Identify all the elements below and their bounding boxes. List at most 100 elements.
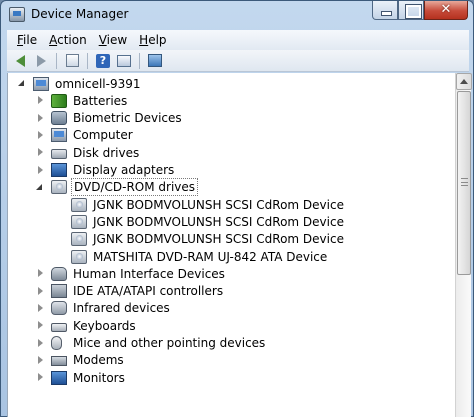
- ide-controller-icon: [51, 284, 67, 299]
- device-category-node[interactable]: Keyboards: [36, 317, 138, 334]
- computer-icon: [51, 128, 67, 143]
- close-icon: ✕: [440, 2, 452, 17]
- properties-button[interactable]: [115, 52, 133, 70]
- expand-arrow-icon[interactable]: [36, 286, 45, 296]
- expand-arrow-icon[interactable]: [36, 355, 45, 365]
- tree-node-label: JGNK BODMVOLUNSH SCSI CdRom Device: [93, 197, 344, 212]
- disk-drive-icon: [51, 148, 67, 159]
- minimize-button[interactable]: [372, 1, 398, 20]
- collapse-arrow-icon[interactable]: [18, 79, 27, 88]
- forward-button[interactable]: [32, 52, 50, 70]
- tree-node-label: DVD/CD-ROM drives: [71, 178, 199, 197]
- tree-node-label: Disk drives: [73, 145, 140, 160]
- display-adapter-icon: [51, 163, 67, 177]
- infrared-icon: [51, 301, 67, 316]
- tree-node-label: Batteries: [73, 93, 128, 108]
- tree-node-label: JGNK BODMVOLUNSH SCSI CdRom Device: [93, 214, 344, 229]
- tree-node-label: IDE ATA/ATAPI controllers: [73, 284, 224, 299]
- tree-node-label: MATSHITA DVD-RAM UJ-842 ATA Device: [93, 249, 328, 264]
- back-button[interactable]: [11, 52, 29, 70]
- device-category-node[interactable]: Modems: [36, 352, 126, 369]
- dvd-drive-icon: [71, 232, 87, 247]
- hid-icon: [51, 266, 67, 281]
- device-category-node[interactable]: Disk drives: [36, 144, 141, 161]
- tree-root-node[interactable]: omnicell-9391: [18, 75, 143, 92]
- tree-node-label: Computer: [73, 128, 133, 143]
- expand-arrow-icon[interactable]: [36, 303, 45, 313]
- scroll-thumb[interactable]: [457, 91, 471, 275]
- device-category-node[interactable]: Monitors: [36, 369, 127, 386]
- help-icon: ?: [96, 53, 110, 68]
- back-arrow-icon: [15, 54, 25, 67]
- menu-view[interactable]: View: [93, 33, 133, 47]
- toolbar-separator: [139, 52, 140, 69]
- device-category-node[interactable]: DVD/CD-ROM drives: [36, 178, 199, 197]
- device-node[interactable]: JGNK BODMVOLUNSH SCSI CdRom Device: [56, 213, 346, 230]
- device-category-node[interactable]: Infrared devices: [36, 300, 172, 317]
- expand-arrow-icon[interactable]: [36, 165, 45, 175]
- tree-node-label: Human Interface Devices: [73, 266, 225, 281]
- expand-arrow-icon[interactable]: [36, 338, 45, 348]
- tree-node-label: omnicell-9391: [55, 76, 141, 91]
- expand-arrow-icon[interactable]: [36, 321, 45, 330]
- tree-node-label: Modems: [73, 353, 124, 368]
- scan-hardware-icon: [148, 54, 162, 67]
- help-button[interactable]: ?: [94, 52, 112, 70]
- device-node[interactable]: JGNK BODMVOLUNSH SCSI CdRom Device: [56, 196, 346, 213]
- device-category-node[interactable]: IDE ATA/ATAPI controllers: [36, 283, 225, 300]
- expand-arrow-icon[interactable]: [36, 373, 45, 382]
- scroll-up-button[interactable]: [456, 73, 472, 90]
- tree-node-label: Keyboards: [73, 318, 136, 333]
- tree-node-label: Monitors: [73, 370, 125, 385]
- console-tree-icon: [65, 54, 79, 67]
- expand-arrow-icon[interactable]: [36, 130, 45, 140]
- tree-node-label: Biometric Devices: [73, 111, 182, 126]
- tree-node-label: JGNK BODMVOLUNSH SCSI CdRom Device: [93, 232, 344, 247]
- close-button[interactable]: ✕: [424, 1, 468, 20]
- vertical-scrollbar[interactable]: [455, 73, 472, 417]
- expand-arrow-icon[interactable]: [36, 269, 45, 278]
- device-category-node[interactable]: Biometric Devices: [36, 110, 184, 127]
- expand-arrow-icon[interactable]: [36, 148, 45, 157]
- toolbar-separator: [87, 52, 88, 69]
- monitor-icon: [51, 370, 67, 385]
- title-bar[interactable]: Device Manager ✕: [1, 1, 473, 29]
- expand-arrow-icon[interactable]: [36, 113, 45, 123]
- device-category-node[interactable]: Computer: [36, 127, 135, 144]
- fingerprint-icon: [51, 111, 67, 126]
- dvd-drive-icon: [71, 197, 87, 212]
- scan-hardware-changes-button[interactable]: [146, 52, 164, 70]
- device-node[interactable]: MATSHITA DVD-RAM UJ-842 ATA Device: [56, 248, 329, 265]
- device-manager-app-icon: [9, 7, 25, 22]
- window-title: Device Manager: [31, 7, 129, 21]
- window-controls: ✕: [372, 1, 468, 21]
- toolbar-separator: [56, 52, 57, 69]
- forward-arrow-icon: [36, 54, 46, 67]
- properties-icon: [117, 54, 131, 67]
- battery-icon: [51, 93, 67, 108]
- modem-icon: [51, 356, 67, 367]
- mouse-icon: [51, 336, 62, 350]
- device-category-node[interactable]: Display adapters: [36, 162, 176, 179]
- tree-node-label: Display adapters: [73, 163, 175, 177]
- tree-node-label: Infrared devices: [73, 301, 170, 316]
- dvd-drive-icon: [51, 180, 67, 195]
- device-category-node[interactable]: Batteries: [36, 92, 129, 109]
- menu-help[interactable]: Help: [133, 33, 172, 47]
- expand-arrow-icon[interactable]: [36, 96, 45, 105]
- menu-file[interactable]: File: [11, 33, 43, 47]
- device-manager-window: Device Manager ✕ File Action View Help ?…: [0, 0, 474, 417]
- device-node[interactable]: JGNK BODMVOLUNSH SCSI CdRom Device: [56, 231, 346, 248]
- collapse-arrow-icon[interactable]: [36, 183, 45, 192]
- device-tree[interactable]: omnicell-9391 Batteries Biometric Devices C…: [7, 73, 455, 417]
- menu-action[interactable]: Action: [43, 33, 93, 47]
- show-hide-console-tree-button[interactable]: [63, 52, 81, 70]
- maximize-button[interactable]: [398, 1, 424, 20]
- device-category-node[interactable]: Mice and other pointing devices: [36, 335, 267, 352]
- toolbar: ?: [7, 50, 469, 72]
- device-category-node[interactable]: Human Interface Devices: [36, 265, 227, 282]
- keyboard-icon: [51, 322, 67, 332]
- menu-bar: File Action View Help: [7, 30, 469, 50]
- tree-node-label: Mice and other pointing devices: [73, 336, 266, 350]
- dvd-drive-icon: [71, 249, 87, 264]
